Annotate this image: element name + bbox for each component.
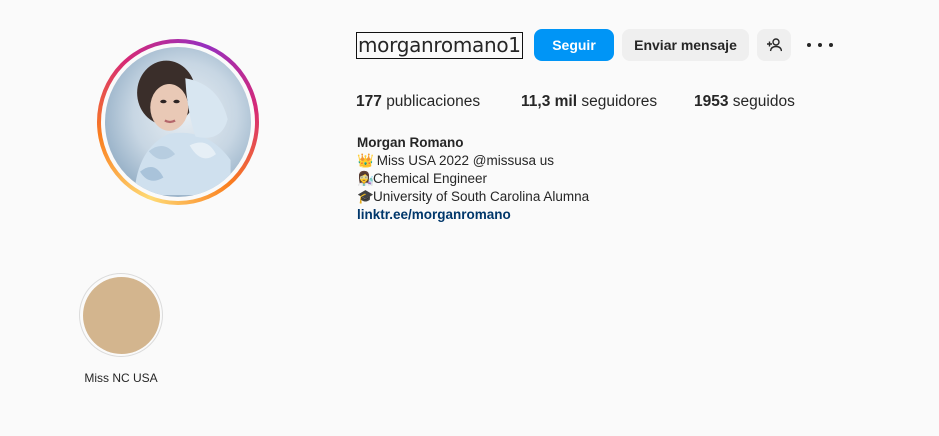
- missusa-mention-link[interactable]: @missusa: [473, 153, 536, 168]
- bio-link[interactable]: linktr.ee/morganromano: [357, 206, 589, 224]
- profile-photo: [105, 47, 251, 197]
- highlight-label: Miss NC USA: [84, 371, 158, 385]
- followers-stat[interactable]: 11,3 mil seguidores: [521, 93, 657, 111]
- highlight-cover-image: [82, 276, 160, 354]
- following-count: 1953: [694, 93, 729, 110]
- followers-count: 11,3 mil: [521, 93, 578, 110]
- add-person-icon: [767, 38, 782, 52]
- more-options-icon[interactable]: [807, 35, 833, 55]
- bio-line-3: 🎓University of South Carolina Alumna: [357, 189, 590, 204]
- following-stat[interactable]: 1953 seguidos: [694, 93, 795, 111]
- followers-label: seguidores: [581, 93, 658, 110]
- follow-button[interactable]: Seguir: [534, 29, 614, 61]
- profile-photo-illustration: [134, 60, 231, 195]
- graduation-cap-icon: 🎓: [357, 189, 374, 204]
- send-message-button[interactable]: Enviar mensaje: [622, 29, 749, 61]
- posts-label: publicaciones: [386, 93, 481, 110]
- profile-bio: Morgan Romano 👑 Miss USA 2022 @missusa u…: [357, 134, 589, 224]
- bio-line-1: 👑 Miss USA 2022 @missusa us: [357, 153, 555, 168]
- crown-icon: 👑: [357, 153, 374, 168]
- bio-line-2: 👩‍🔬Chemical Engineer: [357, 171, 488, 186]
- story-highlight[interactable]: Miss NC USA: [79, 273, 163, 385]
- highlight-cover-ring: [79, 273, 163, 357]
- avatar[interactable]: [97, 39, 259, 205]
- following-label: seguidos: [732, 93, 795, 110]
- scientist-icon: 👩‍🔬: [357, 171, 374, 186]
- profile-page: morganromano1 Seguir Enviar mensaje 177 …: [0, 0, 939, 436]
- username: morganromano1: [356, 32, 523, 59]
- posts-count: 177: [356, 93, 382, 110]
- full-name: Morgan Romano: [357, 135, 464, 150]
- suggest-accounts-button[interactable]: [757, 29, 791, 61]
- posts-stat: 177 publicaciones: [356, 93, 480, 111]
